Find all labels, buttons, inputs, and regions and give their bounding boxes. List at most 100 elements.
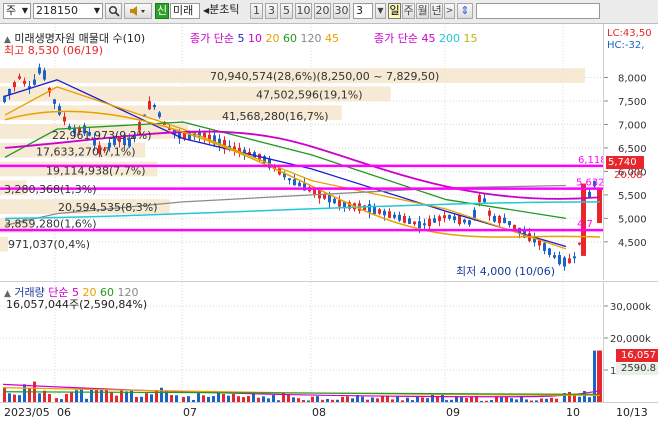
price-axis-label: 8,000	[618, 73, 647, 84]
candle-body	[38, 67, 41, 74]
candle-body	[338, 200, 341, 207]
candle-body	[293, 179, 296, 186]
period-button-1[interactable]: 1	[250, 3, 263, 19]
date-label-aug: 08	[312, 406, 326, 419]
tab-day[interactable]: 일	[388, 3, 401, 19]
period-button-20[interactable]: 20	[314, 3, 331, 19]
price-chart-area[interactable]: 6,118 5,632 4,7 70,940,574(28,6%)(8,250,00 …	[0, 24, 603, 280]
date-tag: 10/13	[616, 406, 648, 419]
volume-value-note: 16,057,044주(2,590,84%)	[6, 298, 148, 311]
chevron-down-icon: ▼	[21, 6, 28, 15]
tab-month[interactable]: 월	[416, 3, 429, 19]
price-axis-label: 5,000	[618, 214, 647, 225]
speaker-icon[interactable]	[124, 3, 152, 19]
volume-bar	[287, 394, 290, 402]
stock-code-input[interactable]: 218150 ▼	[33, 3, 103, 19]
candle-body	[63, 116, 66, 122]
volume-profile-label: 971,037(0,4%)	[8, 238, 90, 251]
volume-bar	[197, 393, 200, 402]
period-button-3[interactable]: 3	[265, 3, 278, 19]
candle-body	[488, 210, 491, 216]
period-dropdown-icon[interactable]: ▼	[375, 3, 386, 19]
candle-body	[328, 194, 331, 203]
ma-legend2-15: 15	[463, 32, 478, 45]
volume-bar	[90, 388, 93, 402]
chevron-down-icon: ▼	[93, 6, 100, 15]
volume-bar	[120, 389, 123, 402]
candle-body	[573, 256, 576, 259]
candle-body	[578, 242, 581, 245]
period-button-10[interactable]: 10	[295, 3, 312, 19]
price-axis-label: 6,500	[618, 144, 647, 155]
price-axis-label: 5,500	[618, 191, 647, 202]
candle-body	[18, 76, 21, 79]
volume-profile-label: 17,633,270(7,1%)	[36, 146, 136, 159]
chevron-right-icon[interactable]: >	[444, 3, 455, 19]
candle-body	[333, 198, 336, 204]
candle-body	[403, 215, 406, 223]
chart-toolbar: 주 ▼ 218150 ▼ 신 미래 ◀분초틱 1 3 5 10 20 30 3 …	[0, 0, 658, 24]
candle-body	[503, 217, 506, 224]
level-line-label: 6,118	[578, 155, 603, 166]
candle-body	[58, 106, 61, 115]
level-line-label: 4,7	[577, 219, 593, 230]
volume-profile-label: 41,568,280(16,7%)	[222, 110, 329, 123]
volume-bar	[38, 393, 41, 402]
period-input[interactable]: 3	[353, 3, 373, 19]
ma-legend-120: 120	[300, 32, 322, 45]
stock-code-value: 218150	[36, 4, 78, 17]
candle-body	[428, 218, 431, 227]
period-button-30[interactable]: 30	[333, 3, 350, 19]
volume-axis-label: 20,000k	[610, 334, 651, 345]
candle-body	[483, 198, 486, 203]
ma-legend-60: 60	[282, 32, 297, 45]
volume-tag: 16,057	[616, 349, 658, 362]
candle-body	[148, 101, 151, 110]
candle-body	[453, 216, 456, 221]
period-button-5[interactable]: 5	[280, 3, 293, 19]
ma-legend-10: 10	[247, 32, 262, 45]
updown-arrow-icon[interactable]: ⇕	[457, 3, 473, 19]
candle-body	[393, 214, 396, 218]
volume-axis: 30,000k20,000k10,000k 16,057 2590.8	[603, 281, 658, 402]
market-select[interactable]: 주 ▼	[3, 3, 31, 19]
company-name-field[interactable]: 미래	[170, 3, 200, 19]
volume-axis-svg: 30,000k20,000k10,000k	[604, 302, 651, 377]
company-name-value: 미래	[173, 4, 194, 17]
volume-axis-label: 30,000k	[610, 302, 651, 313]
candle-body	[438, 216, 441, 221]
volume-bar	[175, 395, 178, 402]
candle-body	[388, 211, 391, 218]
candle-body	[508, 221, 511, 226]
tab-week[interactable]: 주	[402, 3, 415, 19]
tab-year[interactable]: 년	[430, 3, 443, 19]
date-axis: 2023/05 06 07 08 09 10 10/13	[0, 402, 658, 422]
candle-body	[8, 88, 11, 95]
candle-body	[158, 112, 161, 118]
volume-bar	[3, 386, 6, 402]
date-label-may: 2023/05	[4, 406, 50, 419]
candle-body	[478, 195, 481, 203]
split-tick-label: 분초틱	[209, 3, 240, 16]
candle-body	[553, 255, 556, 258]
volume-chart-area[interactable]: ▲ 거래량 단순 5 20 60 120 16,057,044주(2,590,8…	[0, 281, 603, 402]
candle-body	[443, 215, 446, 219]
candle-body	[548, 248, 551, 255]
search-icon[interactable]	[105, 3, 122, 19]
volume-profile-label: 3,859,280(1,6%)	[4, 218, 97, 231]
candle-body	[568, 258, 571, 264]
ma-legend2-200: 200	[438, 32, 460, 45]
volume-bar	[217, 392, 220, 402]
volume-bar	[100, 388, 103, 402]
low-price-note: 최저 4,000 (10/06)	[456, 265, 556, 278]
volume-bar	[222, 393, 225, 402]
split-tick-button[interactable]: ◀분초틱	[203, 3, 247, 19]
ma-legend-2: 종가 단순 45 200 15	[374, 30, 477, 46]
candle-body	[498, 216, 501, 224]
extra-input[interactable]	[476, 3, 600, 19]
candle-body	[448, 214, 451, 219]
volume-profile-label: 3,280,368(1,3%)	[4, 183, 97, 196]
candle-body	[413, 221, 416, 225]
volume-bar	[23, 384, 26, 402]
candle-body	[473, 209, 476, 218]
